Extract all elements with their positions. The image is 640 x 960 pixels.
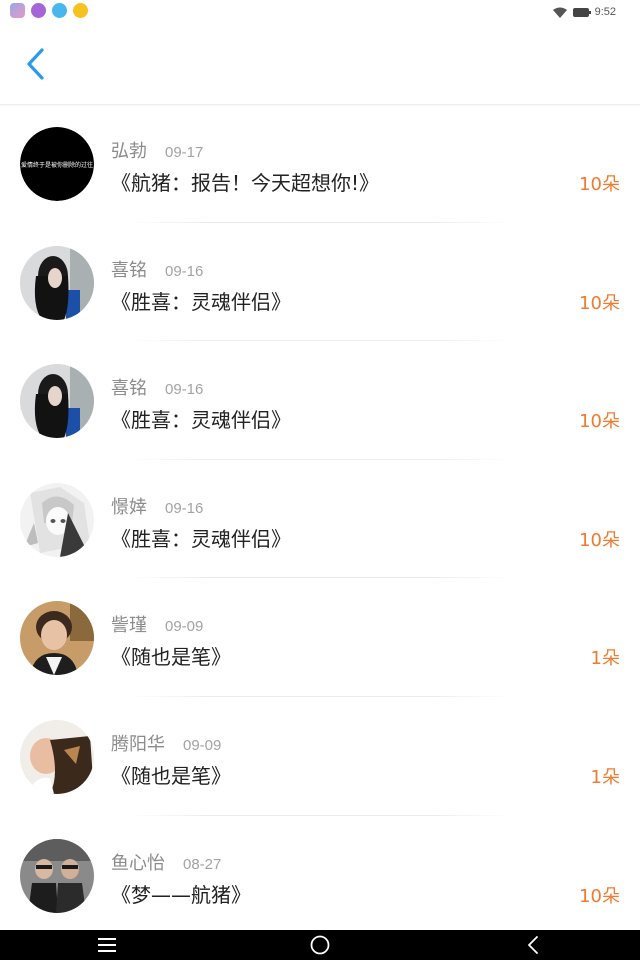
long-hair-girl-avatar[interactable] bbox=[20, 245, 94, 320]
back-button[interactable] bbox=[16, 44, 56, 84]
flower-count: 10朵 bbox=[579, 885, 620, 907]
user-name[interactable]: 喜铭 bbox=[111, 256, 147, 282]
anime-app-icon bbox=[10, 3, 25, 18]
back-triangle-icon bbox=[528, 936, 539, 954]
work-title[interactable]: 《胜喜：灵魂伴侣》 bbox=[111, 286, 291, 315]
long-hair-girl-avatar[interactable] bbox=[20, 364, 94, 439]
work-title[interactable]: 《随也是笔》 bbox=[111, 641, 231, 670]
list-item[interactable]: 腾阳华 09-09 《随也是笔》 1朵 bbox=[0, 697, 640, 816]
flower-count: 10朵 bbox=[579, 292, 620, 314]
home-button[interactable] bbox=[300, 930, 340, 960]
black-circle-avatar[interactable]: 爱情终于是被你删除的过往 bbox=[20, 127, 94, 201]
baby-dog-avatar[interactable] bbox=[20, 719, 94, 794]
work-title[interactable]: 《航猪：报告！今天超想你!》 bbox=[111, 167, 379, 196]
user-name[interactable]: 弘勃 bbox=[111, 137, 147, 163]
wifi-icon bbox=[552, 7, 567, 18]
flower-count: 10朵 bbox=[579, 174, 620, 195]
list-item[interactable]: 訾瑾 09-09 《随也是笔》 1朵 bbox=[0, 578, 640, 697]
item-date: 09-16 bbox=[165, 381, 204, 399]
clock: 9:52 bbox=[594, 6, 616, 18]
notification-icons bbox=[10, 3, 88, 18]
user-name[interactable]: 憬婞 bbox=[111, 493, 147, 519]
list-item[interactable]: 喜铭 09-16 《胜喜：灵魂伴侣》 10朵 bbox=[0, 341, 640, 460]
work-title[interactable]: 《随也是笔》 bbox=[111, 760, 231, 789]
settings-flower-icon bbox=[31, 3, 46, 18]
list-item[interactable]: 憬婞 09-16 《胜喜：灵魂伴侣》 10朵 bbox=[0, 460, 640, 579]
home-circle-icon bbox=[310, 935, 330, 955]
svg-text:爱情终于是被你删除的过往: 爱情终于是被你删除的过往 bbox=[21, 161, 93, 169]
boy-portrait-avatar[interactable] bbox=[20, 601, 94, 676]
item-date: 08-27 bbox=[183, 855, 222, 873]
work-title[interactable]: 《胜喜：灵魂伴侣》 bbox=[111, 404, 291, 433]
user-name[interactable]: 腾阳华 bbox=[111, 730, 165, 756]
system-status: 9:52 bbox=[552, 2, 616, 22]
flower-count: 1朵 bbox=[590, 766, 620, 788]
list-item[interactable]: 爱情终于是被你删除的过往 弘勃 09-17 《航猪：报告！今天超想你!》 10朵 bbox=[0, 104, 640, 223]
item-date: 09-09 bbox=[183, 736, 222, 754]
user-name[interactable]: 喜铭 bbox=[111, 374, 147, 400]
status-bar: 9:52 bbox=[0, 0, 640, 24]
gift-record-list: 爱情终于是被你删除的过往 弘勃 09-17 《航猪：报告！今天超想你!》 10朵… bbox=[0, 104, 640, 934]
flower-count: 10朵 bbox=[579, 529, 620, 551]
item-date: 09-16 bbox=[165, 262, 204, 280]
system-navigation-bar bbox=[0, 930, 640, 960]
list-item[interactable]: 喜铭 09-16 《胜喜：灵魂伴侣》 10朵 bbox=[0, 223, 640, 342]
flower-count: 1朵 bbox=[590, 648, 620, 670]
menu-button[interactable] bbox=[87, 930, 127, 960]
anime-sketch-avatar[interactable] bbox=[20, 482, 94, 557]
item-date: 09-17 bbox=[165, 144, 204, 161]
work-title[interactable]: 《胜喜：灵魂伴侣》 bbox=[111, 523, 291, 552]
blue-chat-icon bbox=[52, 3, 67, 18]
chevron-left-icon bbox=[27, 48, 44, 80]
flower-count: 10朵 bbox=[579, 411, 620, 433]
item-date: 09-16 bbox=[165, 499, 204, 517]
list-item[interactable]: 鱼心怡 08-27 《梦——航猪》 10朵 bbox=[0, 816, 640, 935]
menu-icon bbox=[97, 938, 116, 952]
top-app-bar bbox=[0, 24, 640, 105]
user-name[interactable]: 鱼心怡 bbox=[111, 849, 165, 875]
battery-icon bbox=[572, 7, 591, 17]
item-date: 09-09 bbox=[165, 618, 204, 636]
back-nav-button[interactable] bbox=[513, 930, 553, 960]
yellow-star-icon bbox=[73, 3, 88, 18]
work-title[interactable]: 《梦——航猪》 bbox=[111, 879, 251, 908]
user-name[interactable]: 訾瑾 bbox=[111, 611, 147, 637]
couple-photo-avatar[interactable] bbox=[20, 838, 94, 913]
